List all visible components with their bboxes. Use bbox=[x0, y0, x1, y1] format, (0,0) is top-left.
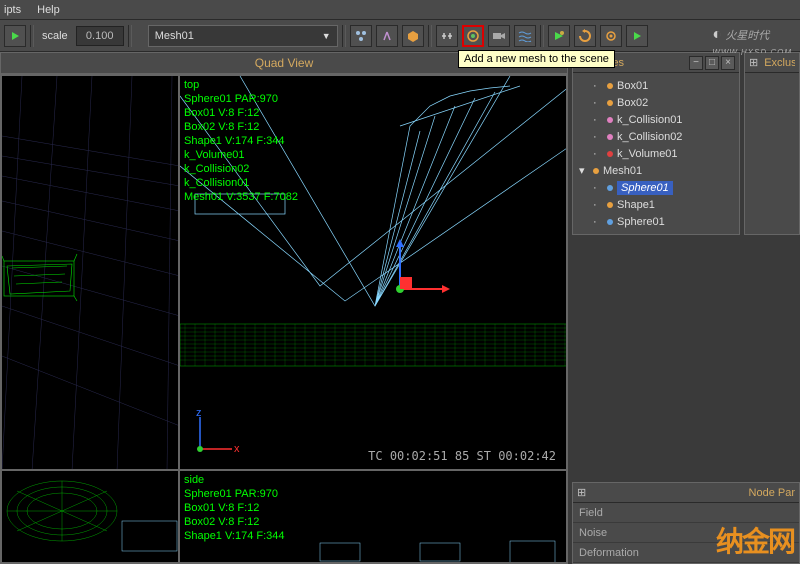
nodes-panel: ⊞ Nodes − □ × ·Box01·Box02·k_Collision01… bbox=[572, 52, 740, 235]
quad-view-column: Quad View bbox=[0, 52, 568, 564]
refresh-icon[interactable] bbox=[574, 25, 596, 47]
play2-icon[interactable] bbox=[626, 25, 648, 47]
separator bbox=[540, 25, 544, 47]
chevron-down-icon: ▼ bbox=[322, 26, 331, 46]
panel-controls: − □ × bbox=[689, 56, 735, 70]
viewport-top[interactable]: top Sphere01 PAR:970 Box01 V:8 F:12 Box0… bbox=[179, 75, 567, 470]
tooltip: Add a new mesh to the scene bbox=[458, 50, 615, 68]
node-type-icon bbox=[607, 151, 613, 157]
axis-gizmo-bl: zx bbox=[190, 409, 240, 459]
tree-label: Sphere01 bbox=[617, 181, 673, 195]
wireframe-bl bbox=[2, 471, 179, 563]
node-type-icon bbox=[593, 168, 599, 174]
tree-label: k_Volume01 bbox=[617, 148, 678, 160]
node-type-icon bbox=[607, 185, 613, 191]
exclusive-title: Exclusive bbox=[764, 57, 795, 69]
viewport-bl[interactable] bbox=[1, 470, 179, 563]
tree-label: Sphere01 bbox=[617, 216, 665, 228]
nodes-icon[interactable] bbox=[350, 25, 372, 47]
viewport-side[interactable]: side Sphere01 PAR:970 Box01 V:8 F:12 Box… bbox=[179, 470, 567, 563]
camera-icon[interactable] bbox=[488, 25, 510, 47]
tree-label: Box02 bbox=[617, 97, 648, 109]
node-type-icon bbox=[607, 117, 613, 123]
menu-help[interactable]: Help bbox=[37, 4, 60, 16]
play-icon[interactable] bbox=[4, 25, 26, 47]
close-icon[interactable]: × bbox=[721, 56, 735, 70]
tree-item[interactable]: ▾ Mesh01 bbox=[575, 162, 737, 179]
node-type-icon bbox=[607, 219, 613, 225]
tree-expand-icon: · bbox=[593, 148, 603, 160]
node-params-title: Node Par bbox=[749, 487, 795, 499]
expand-icon[interactable] bbox=[436, 25, 458, 47]
cube-icon[interactable] bbox=[402, 25, 424, 47]
separator bbox=[30, 25, 34, 47]
tree-item[interactable]: · Box02 bbox=[575, 94, 737, 111]
maximize-icon[interactable]: □ bbox=[705, 56, 719, 70]
mesh-dropdown[interactable]: Mesh01 ▼ bbox=[148, 25, 338, 47]
separator bbox=[342, 25, 346, 47]
timecode: TC 00:02:51 85 ST 00:02:42 bbox=[368, 449, 556, 463]
waves-icon[interactable] bbox=[514, 25, 536, 47]
tree-expand-icon: · bbox=[593, 97, 603, 109]
node-type-icon bbox=[607, 100, 613, 106]
tree-label: Shape1 bbox=[617, 199, 655, 211]
tree-expand-icon: · bbox=[593, 182, 603, 194]
tree-expand-icon: · bbox=[593, 216, 603, 228]
viewport-side-info: side Sphere01 PAR:970 Box01 V:8 F:12 Box… bbox=[184, 473, 285, 543]
node-type-icon bbox=[607, 134, 613, 140]
node-type-icon bbox=[607, 202, 613, 208]
svg-text:z: z bbox=[196, 409, 202, 419]
svg-text:x: x bbox=[234, 443, 240, 455]
menu-scripts[interactable]: ipts bbox=[4, 4, 21, 16]
tree-item[interactable]: · Sphere01 bbox=[575, 213, 737, 230]
tree-expand-icon: · bbox=[593, 131, 603, 143]
grid-icon: ⊞ bbox=[577, 486, 586, 499]
tree-item[interactable]: · k_Collision01 bbox=[575, 111, 737, 128]
dropdown-value: Mesh01 bbox=[155, 26, 194, 46]
separator bbox=[128, 25, 132, 47]
fork-icon[interactable] bbox=[376, 25, 398, 47]
node-type-icon bbox=[607, 83, 613, 89]
node-params-header: ⊞ Node Par bbox=[573, 483, 799, 503]
gear-sun-icon[interactable] bbox=[600, 25, 622, 47]
exclusive-header: ⊞ Exclusive bbox=[745, 53, 799, 73]
toolbar: scale 0.100 Mesh01 ▼ Add a new mesh to t… bbox=[0, 20, 800, 52]
menubar: ipts Help bbox=[0, 0, 800, 20]
tree-item[interactable]: · Box01 bbox=[575, 77, 737, 94]
play-sun-icon[interactable] bbox=[548, 25, 570, 47]
tree-expand-icon: · bbox=[593, 199, 603, 211]
scale-label: scale bbox=[42, 30, 68, 42]
tree-expand-icon: ▾ bbox=[579, 164, 589, 177]
quad-view-body: top Sphere01 PAR:970 Box01 V:8 F:12 Box0… bbox=[0, 74, 568, 564]
tree-label: k_Collision02 bbox=[617, 131, 682, 143]
nodes-tree: · Box01 · Box02 · k_Collision01 · k_Collision02… bbox=[573, 73, 739, 234]
exclusive-panel: ⊞ Exclusive bbox=[744, 52, 800, 235]
axis-gizmo-center bbox=[380, 239, 450, 309]
tree-item[interactable]: · k_Collision02 bbox=[575, 128, 737, 145]
tree-label: Box01 bbox=[617, 80, 648, 92]
tree-item[interactable]: · k_Volume01 bbox=[575, 145, 737, 162]
scale-input[interactable]: 0.100 bbox=[76, 26, 124, 46]
exclusive-body bbox=[745, 73, 799, 233]
tree-expand-icon: · bbox=[593, 80, 603, 92]
viewport-top-info: top Sphere01 PAR:970 Box01 V:8 F:12 Box0… bbox=[184, 78, 298, 204]
minimize-icon[interactable]: − bbox=[689, 56, 703, 70]
viewport-left[interactable] bbox=[1, 75, 179, 470]
tree-label: k_Collision01 bbox=[617, 114, 682, 126]
main-area: Quad View bbox=[0, 52, 800, 564]
grid-icon: ⊞ bbox=[749, 56, 758, 69]
tree-expand-icon: · bbox=[593, 114, 603, 126]
side-panels: ⊞ Nodes − □ × ·Box01·Box02·k_Collision01… bbox=[568, 52, 800, 564]
add-mesh-button[interactable] bbox=[462, 25, 484, 47]
separator bbox=[428, 25, 432, 47]
grid-wireframe bbox=[2, 76, 179, 470]
tree-item[interactable]: · Sphere01 bbox=[575, 179, 737, 196]
tree-label: Mesh01 bbox=[603, 165, 642, 177]
najin-logo: 纳金网 bbox=[716, 520, 794, 560]
tree-item[interactable]: · Shape1 bbox=[575, 196, 737, 213]
